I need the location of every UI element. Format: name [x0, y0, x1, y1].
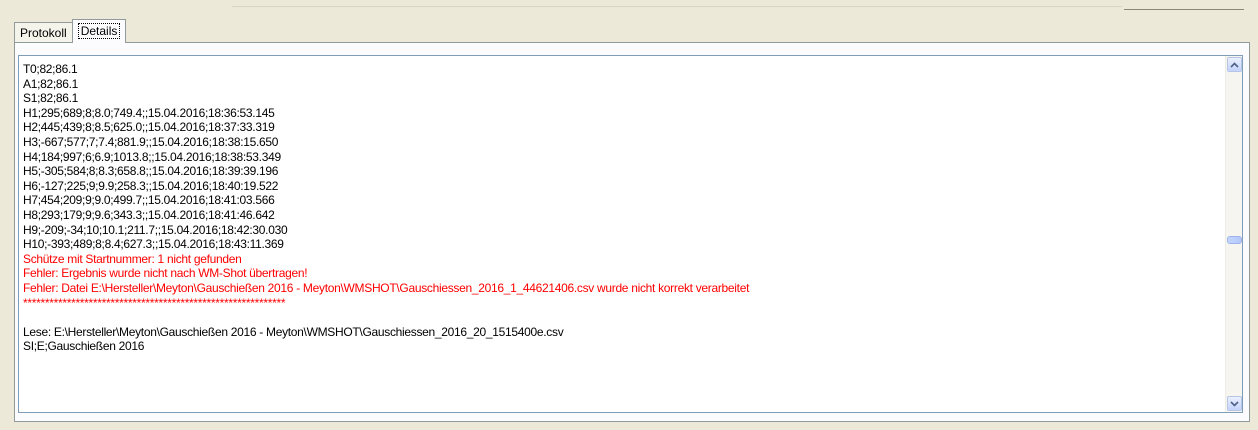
scroll-up-button[interactable] — [1227, 57, 1242, 72]
log-line: H1;295;689;8;8.0;749.4;;15.04.2016;18:36… — [23, 105, 275, 120]
log-line: Lese: E:\Hersteller\Meyton\Gauschießen 2… — [23, 324, 564, 339]
tab-bar: Protokoll Details — [14, 19, 127, 43]
log-line: H9;-209;-34;10;10.1;211.7;;15.04.2016;18… — [23, 222, 288, 237]
scroll-down-button[interactable] — [1227, 396, 1242, 411]
log-line: H5;-305;584;8;8.3;658.8;;15.04.2016;18:3… — [23, 164, 279, 179]
tab-label: Details — [77, 23, 121, 39]
separator — [232, 6, 1122, 7]
scroll-thumb[interactable] — [1227, 236, 1242, 245]
tab-protokoll[interactable]: Protokoll — [14, 22, 73, 43]
log-line-error: Fehler: Datei E:\Hersteller\Meyton\Gausc… — [23, 280, 750, 295]
log-line: H10;-393;489;8;8.4;627.3;;15.04.2016;18:… — [23, 237, 284, 252]
log-line: S1;82;86.1 — [23, 91, 79, 106]
arrow-up-icon — [1230, 61, 1239, 68]
log-line: H7;454;209;9;9.0;499.7;;15.04.2016;18:41… — [23, 193, 275, 208]
tab-label: Protokoll — [20, 26, 67, 40]
log-line-error: ****************************************… — [23, 295, 286, 310]
separator — [1124, 9, 1244, 10]
top-strip — [0, 0, 1258, 12]
log-line: A1;82;86.1 — [23, 76, 79, 91]
log-line-error: Fehler: Ergebnis wurde nicht nach WM-Sho… — [23, 266, 308, 281]
log-line: H8;293;179;9;9.6;343.3;;15.04.2016;18:41… — [23, 207, 275, 222]
log-line-error: Schütze mit Startnummer: 1 nicht gefunde… — [23, 251, 242, 266]
log-line: SI;E;Gauschießen 2016 — [23, 339, 145, 354]
log-textarea[interactable]: T0;82;86.1 A1;82;86.1 S1;82;86.1 H1;295;689… — [18, 55, 1243, 413]
vertical-scrollbar[interactable] — [1225, 56, 1242, 412]
log-line: T0;82;86.1 — [23, 62, 78, 76]
arrow-down-icon — [1230, 400, 1239, 407]
log-line: H3;-667;577;7;7.4;881.9;;15.04.2016;18:3… — [23, 134, 279, 149]
log-line: H6;-127;225;9;9.9;258.3;;15.04.2016;18:4… — [23, 178, 279, 193]
log-line: H2;445;439;8;8.5;625.0;;15.04.2016;18:37… — [23, 120, 275, 135]
log-line: H4;184;997;6;6.9;1013.8;;15.04.2016;18:3… — [23, 149, 281, 164]
log-lines: T0;82;86.1 A1;82;86.1 S1;82;86.1 H1;295;689… — [23, 62, 1216, 354]
tab-details[interactable]: Details — [71, 19, 127, 43]
